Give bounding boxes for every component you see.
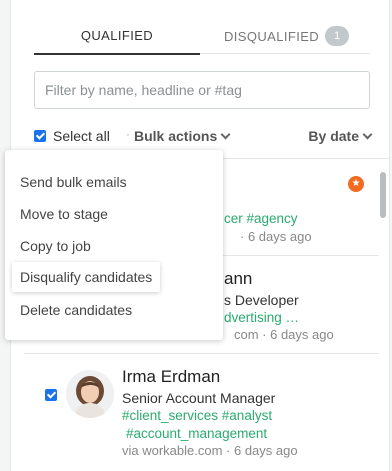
candidate-meta: via workable.com · 6 days ago (122, 443, 298, 458)
disqualified-count-badge: 1 (325, 26, 350, 46)
bulk-actions-menu: Send bulk emails Move to stage Copy to j… (5, 150, 223, 340)
menu-item-copy-to-job[interactable]: Copy to job (20, 238, 91, 254)
candidate-tags: dvertising … (224, 310, 300, 325)
tab-disqualified[interactable]: DISQUALIFIED 1 (224, 18, 350, 54)
candidate-tags: cer #agency (224, 211, 298, 226)
avatar (66, 370, 114, 418)
candidate-tags: #client_services #analyst (122, 408, 273, 423)
menu-item-delete-candidates[interactable]: Delete candidates (20, 302, 132, 318)
select-all-control[interactable]: Select all (34, 126, 110, 146)
menu-item-send-bulk-emails[interactable]: Send bulk emails (20, 174, 127, 190)
candidate-name: Irma Erdman (122, 367, 221, 386)
menu-item-disqualify-candidates[interactable]: Disqualify candidates (12, 262, 161, 292)
tab-qualified-label: QUALIFIED (80, 28, 154, 43)
menu-item-move-to-stage[interactable]: Move to stage (20, 206, 108, 222)
chevron-down-icon (220, 129, 231, 139)
candidate-name: ann (224, 269, 253, 288)
candidate-tags: #account_management (126, 426, 268, 441)
candidate-headline: Senior Account Manager (122, 390, 276, 406)
select-all-checkbox[interactable] (34, 130, 46, 142)
list-scrollbar[interactable] (380, 172, 386, 218)
candidate-card[interactable]: Irma Erdman Senior Account Manager #clie… (24, 354, 379, 471)
star-icon[interactable]: ★ (348, 176, 364, 192)
filter-input[interactable] (34, 71, 370, 109)
candidate-headline: s Developer (224, 292, 299, 308)
avatar-photo (66, 370, 114, 418)
select-all-label: Select all (53, 128, 110, 144)
tab-disqualified-label: DISQUALIFIED (224, 28, 320, 44)
sort-dropdown[interactable]: By date (308, 126, 373, 146)
list-toolbar: Select all · Bulk actions By date (34, 126, 373, 146)
candidate-tabs: QUALIFIED DISQUALIFIED 1 (34, 18, 370, 55)
toolbar-separator: · (126, 127, 130, 141)
tab-qualified[interactable]: QUALIFIED (34, 18, 200, 55)
candidate-checkbox[interactable] (45, 389, 57, 401)
bulk-actions-dropdown[interactable]: Bulk actions (134, 126, 231, 146)
sort-label: By date (308, 128, 359, 144)
chevron-down-icon (362, 129, 373, 139)
candidate-meta: · 6 days ago (240, 229, 312, 244)
candidate-meta: com · 6 days ago (234, 327, 334, 342)
bulk-actions-label: Bulk actions (134, 128, 218, 144)
